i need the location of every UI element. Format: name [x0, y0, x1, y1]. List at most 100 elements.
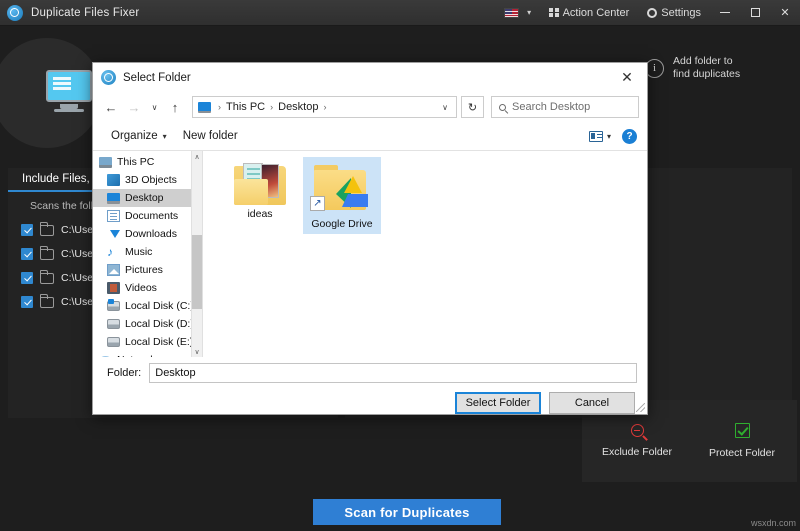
file-item-google-drive[interactable]: ↗ Google Drive	[303, 157, 381, 234]
folder-icon	[39, 293, 54, 308]
chevron-down-icon[interactable]: ▾	[607, 132, 611, 141]
scrollbar-thumb[interactable]	[192, 235, 202, 309]
file-list-pane[interactable]: ideas ↗ Google Drive	[203, 151, 647, 357]
app-titlebar: Duplicate Files Fixer ▾ Action Center Se…	[0, 0, 800, 26]
dialog-close-icon[interactable]: ✕	[607, 63, 647, 92]
tree-item-local-disk-c[interactable]: Local Disk (C:)	[93, 297, 202, 315]
dialog-titlebar: Select Folder ✕	[93, 63, 647, 92]
chevron-down-icon: ▾	[527, 7, 532, 17]
navigation-tree-pane: This PC 3D Objects Desktop Documents Dow…	[93, 151, 203, 357]
desktop-icon	[107, 192, 120, 204]
forward-button[interactable]: →	[124, 96, 144, 118]
disk-c-icon	[107, 299, 120, 311]
info-line-2: find duplicates	[673, 68, 741, 80]
tree-item-label: Videos	[125, 282, 157, 294]
videos-icon	[107, 282, 120, 294]
select-folder-button[interactable]: Select Folder	[455, 392, 541, 414]
dialog-navigation-bar: ← → ∨ ↑ › This PC › Desktop › ∨ ↻ Search…	[93, 92, 647, 122]
checkbox-icon[interactable]	[21, 248, 33, 260]
exclude-folder-label: Exclude Folder	[601, 446, 673, 458]
tree-item-3d-objects[interactable]: 3D Objects	[93, 171, 202, 189]
folder-name-input[interactable]: Desktop	[149, 363, 637, 383]
tree-item-label: This PC	[117, 156, 155, 168]
search-input[interactable]: Search Desktop	[512, 101, 590, 113]
tree-item-local-disk-e[interactable]: Local Disk (E:)	[93, 333, 202, 351]
scroll-up-arrow-icon[interactable]: ∧	[192, 151, 202, 162]
folder-icon	[39, 221, 54, 236]
address-dropdown-icon[interactable]: ∨	[436, 103, 454, 112]
add-folder-info: i Add folder to find duplicates	[645, 55, 740, 81]
info-line-1: Add folder to	[673, 55, 733, 67]
new-folder-label: New folder	[182, 130, 238, 142]
tree-item-music[interactable]: ♪ Music	[93, 243, 202, 261]
checkbox-icon[interactable]	[21, 224, 33, 236]
tree-item-label: Downloads	[125, 228, 177, 240]
refresh-button[interactable]: ↻	[461, 96, 484, 118]
chevron-down-icon: ▾	[162, 131, 167, 141]
search-icon	[499, 103, 506, 111]
gd-blue-wedge	[342, 194, 368, 207]
monitor-icon	[46, 70, 132, 167]
gear-icon	[647, 7, 658, 18]
breadcrumb-this-pc[interactable]: This PC	[224, 101, 267, 113]
help-icon[interactable]: ?	[622, 128, 637, 144]
minimize-button[interactable]	[710, 0, 740, 26]
resize-grip[interactable]	[636, 403, 645, 412]
action-center-button[interactable]: Action Center	[540, 0, 638, 25]
dialog-app-icon	[101, 70, 116, 85]
file-item-ideas[interactable]: ideas	[221, 163, 299, 220]
green-check-icon	[734, 423, 750, 438]
scan-for-duplicates-button[interactable]: Scan for Duplicates	[313, 499, 501, 525]
shortcut-arrow-icon: ↗	[310, 196, 325, 211]
folder-name-row: Folder: Desktop	[103, 357, 637, 383]
checkbox-icon[interactable]	[21, 296, 33, 308]
settings-button[interactable]: Settings	[638, 0, 710, 25]
language-selector[interactable]: ▾	[495, 0, 540, 25]
scroll-down-arrow-icon[interactable]: ∨	[192, 346, 202, 357]
breadcrumb-desktop[interactable]: Desktop	[276, 101, 320, 113]
duplicate-files-fixer-window: Duplicate Files Fixer ▾ Action Center Se…	[0, 0, 800, 531]
tree-item-documents[interactable]: Documents	[93, 207, 202, 225]
up-button[interactable]: ↑	[165, 96, 185, 118]
tree-item-label: Local Disk (C:)	[125, 300, 194, 312]
3d-objects-icon	[107, 174, 120, 186]
google-drive-folder-icon: ↗	[310, 163, 374, 215]
music-icon: ♪	[107, 245, 113, 259]
tree-item-label: Local Disk (E:)	[125, 336, 194, 348]
cancel-button[interactable]: Cancel	[549, 392, 635, 414]
documents-icon	[107, 210, 120, 222]
network-icon	[99, 355, 112, 357]
tree-item-videos[interactable]: Videos	[93, 279, 202, 297]
tree-item-network[interactable]: Network	[93, 351, 202, 357]
watermark: wsxdn.com	[750, 518, 796, 528]
breadcrumb-separator: ›	[323, 102, 327, 112]
tree-item-pictures[interactable]: Pictures	[93, 261, 202, 279]
settings-label: Settings	[661, 6, 701, 19]
recent-locations-button[interactable]: ∨	[147, 96, 162, 118]
action-center-label: Action Center	[562, 6, 630, 19]
change-view-icon[interactable]	[588, 130, 603, 142]
search-box[interactable]: Search Desktop	[491, 96, 639, 118]
back-button[interactable]: ←	[101, 96, 121, 118]
tree-item-label: Music	[125, 246, 153, 258]
app-logo-icon	[7, 4, 23, 21]
tree-item-desktop[interactable]: Desktop	[93, 189, 202, 207]
dialog-button-row: Select Folder Cancel	[103, 383, 637, 414]
tree-item-local-disk-d[interactable]: Local Disk (D:)	[93, 315, 202, 333]
titlebar-right-group: ▾ Action Center Settings ✕	[495, 0, 800, 25]
disk-icon	[107, 319, 120, 329]
dialog-command-bar: Organize ▾ New folder ▾ ?	[93, 122, 647, 151]
tree-item-this-pc[interactable]: This PC	[93, 153, 202, 171]
tree-scrollbar[interactable]: ∧ ∨	[191, 151, 202, 357]
organize-menu[interactable]: Organize ▾	[103, 130, 175, 142]
address-bar[interactable]: › This PC › Desktop › ∨	[192, 96, 457, 118]
dialog-footer: Folder: Desktop Select Folder Cancel	[93, 357, 647, 414]
close-button[interactable]: ✕	[770, 0, 800, 26]
command-bar-right-group: ▾ ?	[588, 128, 637, 144]
new-folder-button[interactable]: New folder	[175, 130, 246, 142]
checkbox-icon[interactable]	[21, 272, 33, 284]
tree-item-downloads[interactable]: Downloads	[93, 225, 202, 243]
maximize-button[interactable]	[740, 0, 770, 26]
breadcrumb-separator: ›	[218, 102, 221, 112]
protect-folder-card[interactable]: Protect Folder	[687, 400, 797, 482]
